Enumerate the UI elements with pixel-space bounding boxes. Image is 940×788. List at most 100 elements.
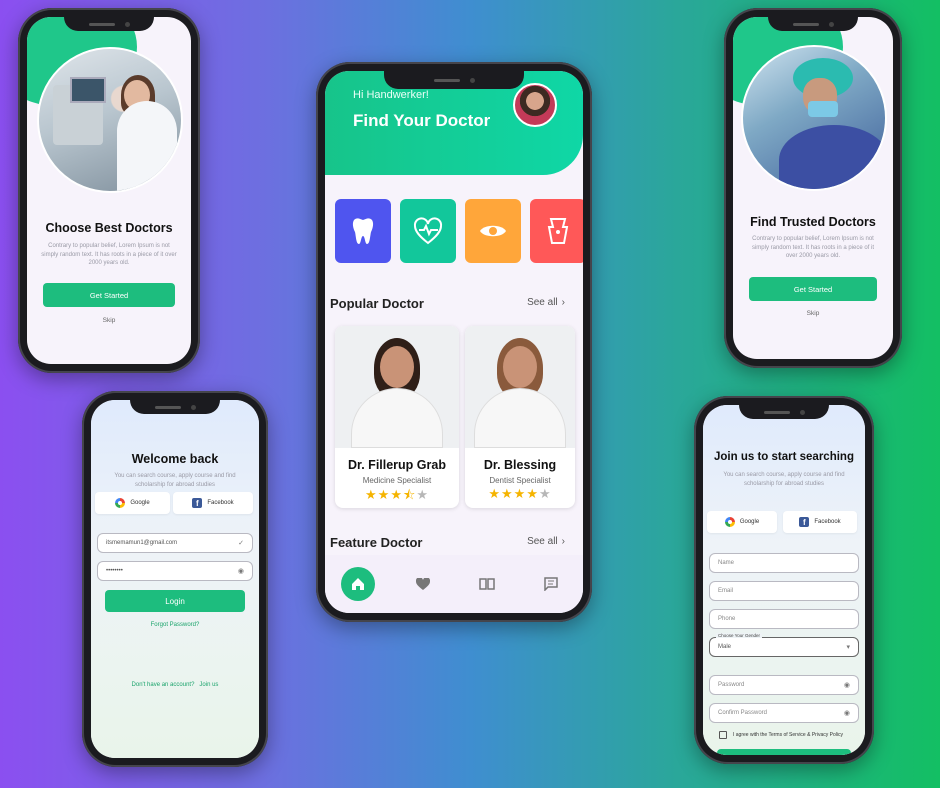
eye-icon	[480, 225, 506, 237]
rating-stars: ★★★★★	[488, 486, 552, 501]
book-icon	[479, 578, 495, 590]
chevron-right-icon: ›	[561, 297, 565, 308]
greeting: Hi Handwerker!	[353, 89, 429, 101]
see-all-label: See all	[527, 536, 558, 547]
home-icon	[352, 578, 364, 590]
phone-onboarding-right: Find Trusted Doctors Contrary to popular…	[724, 8, 902, 368]
google-label: Google	[130, 500, 150, 506]
lab-doctor-photo	[37, 47, 183, 193]
facebook-icon: f	[192, 498, 203, 508]
gender-label: Choose Your Gender	[716, 633, 763, 638]
bottom-nav	[325, 555, 583, 613]
facebook-button[interactable]: f Facebook	[783, 511, 857, 533]
facebook-icon: f	[799, 517, 810, 527]
nav-bookings[interactable]	[471, 568, 503, 600]
phone-login: Welcome back You can search course, appl…	[82, 391, 268, 767]
check-icon: ✓	[238, 540, 244, 547]
home-screen: Hi Handwerker! Find Your Doctor Popular …	[325, 71, 583, 613]
name-field[interactable]: Name	[709, 553, 859, 573]
google-button[interactable]: Google	[707, 511, 777, 533]
phone-onboarding-left: Choose Best Doctors Contrary to popular …	[18, 8, 200, 373]
phone-home: Hi Handwerker! Find Your Doctor Popular …	[316, 62, 592, 622]
google-icon	[115, 498, 126, 508]
email-field[interactable]: Email	[709, 581, 859, 601]
dropdown-arrow-icon: ▾	[846, 644, 850, 651]
doctor-name: Dr. Fillerup Grab	[348, 458, 446, 472]
doctor-specialty: Medicine Specialist	[362, 476, 432, 485]
phone-signup: Join us to start searching You can searc…	[694, 396, 874, 764]
onboarding-title: Choose Best Doctors	[45, 221, 173, 235]
signup-prompt: Don't have an account? Join us	[91, 682, 259, 688]
nav-messages[interactable]	[535, 568, 567, 600]
phone-placeholder: Phone	[718, 616, 736, 622]
google-label: Google	[739, 519, 760, 525]
see-all-label: See all	[527, 297, 558, 308]
get-started-button[interactable]: Get Started	[749, 277, 877, 301]
doctor-photo	[335, 326, 459, 448]
facebook-label: Facebook	[207, 500, 234, 506]
signup-description: You can search course, apply course and …	[723, 472, 845, 487]
nav-favorites[interactable]	[407, 568, 439, 600]
doctor-card[interactable]: Dr. Blessing Dentist Specialist ★★★★★	[465, 326, 575, 508]
category-body[interactable]	[530, 199, 583, 263]
body-icon	[547, 218, 569, 244]
login-button[interactable]: Login	[105, 590, 245, 612]
nav-home[interactable]	[341, 567, 375, 601]
password-field[interactable]: Password ◉	[709, 675, 859, 695]
terms-row: I agree with the Terms of Service & Priv…	[719, 731, 843, 739]
facebook-label: Facebook	[814, 519, 841, 525]
popular-doctor-title: Popular Doctor	[330, 296, 424, 311]
onboarding-screen-2: Find Trusted Doctors Contrary to popular…	[733, 17, 893, 359]
google-icon	[724, 517, 735, 527]
name-placeholder: Name	[718, 560, 735, 566]
onboarding-description: Contrary to popular belief, Lorem Ipsum …	[751, 236, 875, 260]
password-field[interactable]: •••••••• ◉	[97, 561, 253, 581]
login-screen: Welcome back You can search course, appl…	[91, 400, 259, 758]
chat-icon	[544, 577, 558, 591]
email-field[interactable]: itsmemamun1@gmail.com ✓	[97, 533, 253, 553]
onboarding-title: Find Trusted Doctors	[750, 215, 876, 229]
see-all-feature[interactable]: See all ›	[527, 536, 565, 547]
notch	[739, 405, 829, 419]
see-all-popular[interactable]: See all ›	[527, 297, 565, 308]
skip-link[interactable]: Skip	[27, 317, 191, 324]
avatar[interactable]	[513, 83, 557, 127]
confirm-password-field[interactable]: Confirm Password ◉	[709, 703, 859, 723]
password-placeholder: Password	[718, 682, 745, 688]
category-eye[interactable]	[465, 199, 521, 263]
category-dental[interactable]	[335, 199, 391, 263]
password-value: ••••••••	[106, 568, 123, 574]
category-cardiology[interactable]	[400, 199, 456, 263]
onboarding-screen: Choose Best Doctors Contrary to popular …	[27, 17, 191, 364]
phone-field[interactable]: Phone	[709, 609, 859, 629]
gender-value: Male	[718, 644, 732, 650]
google-button[interactable]: Google	[95, 492, 170, 514]
get-started-button[interactable]: Get Started	[43, 283, 175, 307]
join-link[interactable]: Join us	[199, 682, 218, 688]
onboarding-description: Contrary to popular belief, Lorem Ipsum …	[41, 243, 177, 267]
signup-button[interactable]	[717, 749, 851, 755]
facebook-button[interactable]: f Facebook	[173, 492, 253, 514]
terms-text: I agree with the Terms of Service & Priv…	[733, 732, 843, 738]
heart-pulse-icon	[413, 217, 443, 245]
login-description: You can search course, apply course and …	[114, 473, 236, 488]
heart-icon	[416, 577, 430, 590]
skip-link[interactable]: Skip	[733, 310, 893, 317]
doctor-name: Dr. Blessing	[483, 458, 557, 472]
confirm-password-placeholder: Confirm Password	[718, 710, 768, 716]
notch	[130, 400, 220, 414]
notch	[384, 71, 524, 89]
eye-off-icon[interactable]: ◉	[238, 567, 244, 575]
forgot-password-link[interactable]: Forgot Password?	[91, 622, 259, 628]
signup-screen: Join us to start searching You can searc…	[703, 405, 865, 755]
chevron-right-icon: ›	[561, 536, 565, 547]
page-title: Find Your Doctor	[353, 111, 491, 130]
eye-off-icon[interactable]: ◉	[844, 709, 850, 717]
doctor-card[interactable]: Dr. Fillerup Grab Medicine Specialist ★★…	[335, 326, 459, 508]
notch	[768, 17, 858, 31]
login-title: Welcome back	[131, 452, 219, 466]
gender-select[interactable]: Choose Your Gender Male ▾	[709, 633, 859, 657]
eye-off-icon[interactable]: ◉	[844, 681, 850, 689]
terms-checkbox[interactable]	[719, 731, 727, 739]
rating-stars: ★★★⯪★	[365, 487, 429, 502]
